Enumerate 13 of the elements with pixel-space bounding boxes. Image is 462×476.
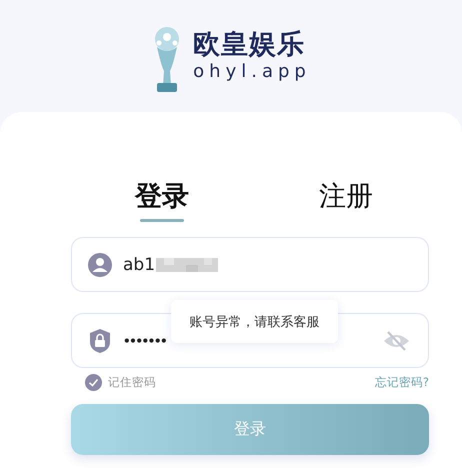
toast-message: 账号异常，请联系客服 bbox=[171, 300, 338, 343]
redaction-mark bbox=[156, 258, 218, 272]
user-icon bbox=[88, 252, 112, 276]
password-value: ••••••• bbox=[123, 334, 166, 348]
remember-label: 记住密码 bbox=[108, 375, 156, 390]
brand-domain: ohyl.app bbox=[193, 61, 311, 83]
remember-checkbox[interactable] bbox=[85, 374, 102, 391]
username-field[interactable]: ab1 bbox=[71, 237, 429, 292]
brand-name: 欧皇娱乐 bbox=[193, 29, 306, 61]
username-value: ab1 bbox=[123, 254, 156, 274]
tab[interactable]: 注册 bbox=[319, 178, 373, 222]
lock-shield-icon bbox=[88, 328, 112, 352]
tab[interactable]: 登录 bbox=[135, 178, 189, 222]
